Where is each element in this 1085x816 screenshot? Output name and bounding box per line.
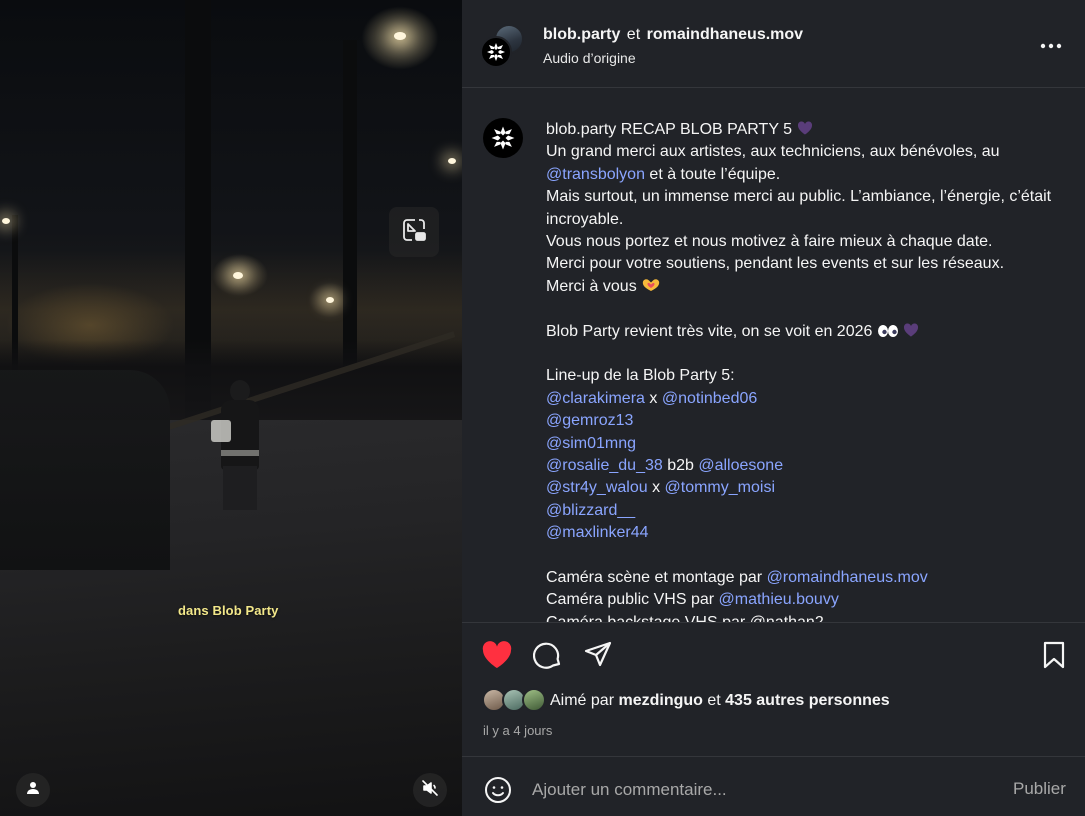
save-button[interactable] — [1038, 639, 1070, 671]
mention-link[interactable]: @blizzard__ — [546, 502, 635, 519]
emoji-button[interactable] — [481, 773, 515, 807]
post-timestamp-row: il y a 4 jours — [462, 719, 1085, 749]
picture-in-picture-button[interactable] — [389, 207, 439, 257]
mention-link[interactable]: @str4y_walou — [546, 479, 648, 496]
post-caption: blob.party RECAP BLOB PARTY 5 Un grand m… — [546, 119, 1056, 623]
heart-hands-emoji — [642, 279, 660, 291]
more-options-button[interactable] — [1036, 32, 1066, 58]
caption-text: Merci à vous — [546, 277, 637, 295]
bookmark-icon — [1043, 641, 1065, 669]
mention-link[interactable]: @rosalie_du_38 — [546, 457, 663, 474]
mention-link[interactable]: @gemroz13 — [546, 412, 633, 429]
likes-summary: Aimé par mezdinguo et 435 autres personn… — [550, 692, 890, 710]
purple-heart-emoji — [904, 323, 919, 337]
comment-bar: Publier — [462, 756, 1085, 816]
video-crowd-front — [0, 370, 170, 570]
caption-text: et à toute l’équipe. — [644, 165, 781, 183]
audio-link[interactable]: Audio d’origine — [543, 50, 636, 66]
avatar[interactable] — [522, 688, 546, 712]
user-tag-icon — [26, 781, 40, 800]
eyes-emoji — [877, 324, 898, 337]
mention-link[interactable]: @mathieu.bouvy — [719, 591, 839, 608]
picture-in-picture-icon — [401, 217, 427, 248]
caption-line: Vous nous portez et nous motivez à faire… — [546, 233, 993, 251]
user-tag-button[interactable] — [16, 773, 50, 807]
mention-link[interactable]: @clarakimera — [546, 390, 645, 407]
purple-heart-emoji — [797, 121, 812, 135]
heart-icon — [482, 641, 512, 668]
lineup-sep: b2b — [662, 457, 699, 475]
more-icon — [1040, 36, 1062, 54]
mention-link[interactable]: @alloesone — [698, 457, 783, 474]
mention-link[interactable]: @sim01mng — [546, 435, 636, 452]
like-button[interactable] — [481, 639, 513, 671]
credit-label: Caméra scène et montage par — [546, 569, 767, 587]
mention-link[interactable]: @romaindhaneus.mov — [767, 569, 928, 586]
video-street-lamp — [448, 158, 456, 164]
mention-link[interactable]: @transbolyon — [546, 166, 645, 183]
liker-avatars[interactable] — [482, 688, 552, 714]
post-timestamp[interactable]: il y a 4 jours — [483, 723, 552, 738]
emoji-icon — [485, 777, 511, 803]
video-street-lamp — [326, 297, 334, 303]
share-icon — [584, 641, 612, 667]
publish-button[interactable]: Publier — [1013, 779, 1066, 799]
comment-icon — [533, 642, 561, 669]
muted-speaker-icon — [421, 779, 439, 802]
caption-line: Un grand merci aux artistes, aux technic… — [546, 143, 1000, 161]
video-person — [211, 380, 265, 530]
mention-link[interactable]: @tommy_moisi — [665, 479, 775, 496]
mention-link[interactable]: @notinbed06 — [662, 390, 757, 407]
avatar[interactable] — [480, 36, 512, 68]
lineup-sep: x — [647, 479, 665, 497]
header-joiner: et — [626, 26, 641, 43]
post-panel: blob.party et romaindhaneus.mov Audio d’… — [462, 0, 1085, 816]
video-player[interactable]: dans Blob Party — [0, 0, 462, 816]
caption-text: Blob Party revient très vite, on se voit… — [546, 322, 873, 340]
blob-party-logo-icon — [491, 126, 515, 150]
header-user-link[interactable]: blob.party — [543, 26, 620, 43]
credit-line-partial: Caméra backstage VHS par @nathan2... — [546, 613, 838, 623]
lineup-sep: x — [644, 389, 662, 407]
liker-username[interactable]: mezdinguo — [618, 692, 702, 709]
author-avatar[interactable] — [483, 118, 523, 158]
mute-button[interactable] — [413, 773, 447, 807]
action-bar — [462, 623, 1085, 685]
caption-title: RECAP BLOB PARTY 5 — [620, 121, 793, 138]
header-usernames: blob.party et romaindhaneus.mov — [543, 26, 803, 44]
blob-party-logo-icon — [487, 43, 505, 61]
comment-button[interactable] — [532, 639, 564, 671]
likes-count-link[interactable]: 435 autres personnes — [725, 692, 890, 709]
post-header: blob.party et romaindhaneus.mov Audio d’… — [462, 0, 1085, 88]
credit-label: Caméra public VHS par — [546, 591, 719, 609]
lineup-title: Line-up de la Blob Party 5: — [546, 367, 735, 385]
collab-avatars[interactable] — [480, 24, 524, 68]
video-street-lamp — [2, 218, 10, 224]
likes-joiner: et — [702, 692, 726, 709]
video-caption: dans Blob Party — [178, 603, 279, 618]
likes-prefix: Aimé par — [550, 692, 619, 709]
caption-author[interactable]: blob.party — [546, 121, 616, 138]
comments-area[interactable]: blob.party RECAP BLOB PARTY 5 Un grand m… — [462, 88, 1085, 623]
video-street-lamp — [394, 32, 406, 40]
header-user-link[interactable]: romaindhaneus.mov — [647, 26, 803, 43]
comment-input[interactable] — [532, 775, 1002, 805]
video-street-lamp — [233, 272, 243, 279]
likes-row: Aimé par mezdinguo et 435 autres personn… — [462, 685, 1085, 719]
mention-link[interactable]: @maxlinker44 — [546, 524, 649, 541]
caption-line: Merci pour votre soutiens, pendant les e… — [546, 255, 1005, 273]
share-button[interactable] — [582, 639, 614, 671]
caption-line: Mais surtout, un immense merci au public… — [546, 188, 1052, 228]
video-pole — [343, 40, 357, 370]
